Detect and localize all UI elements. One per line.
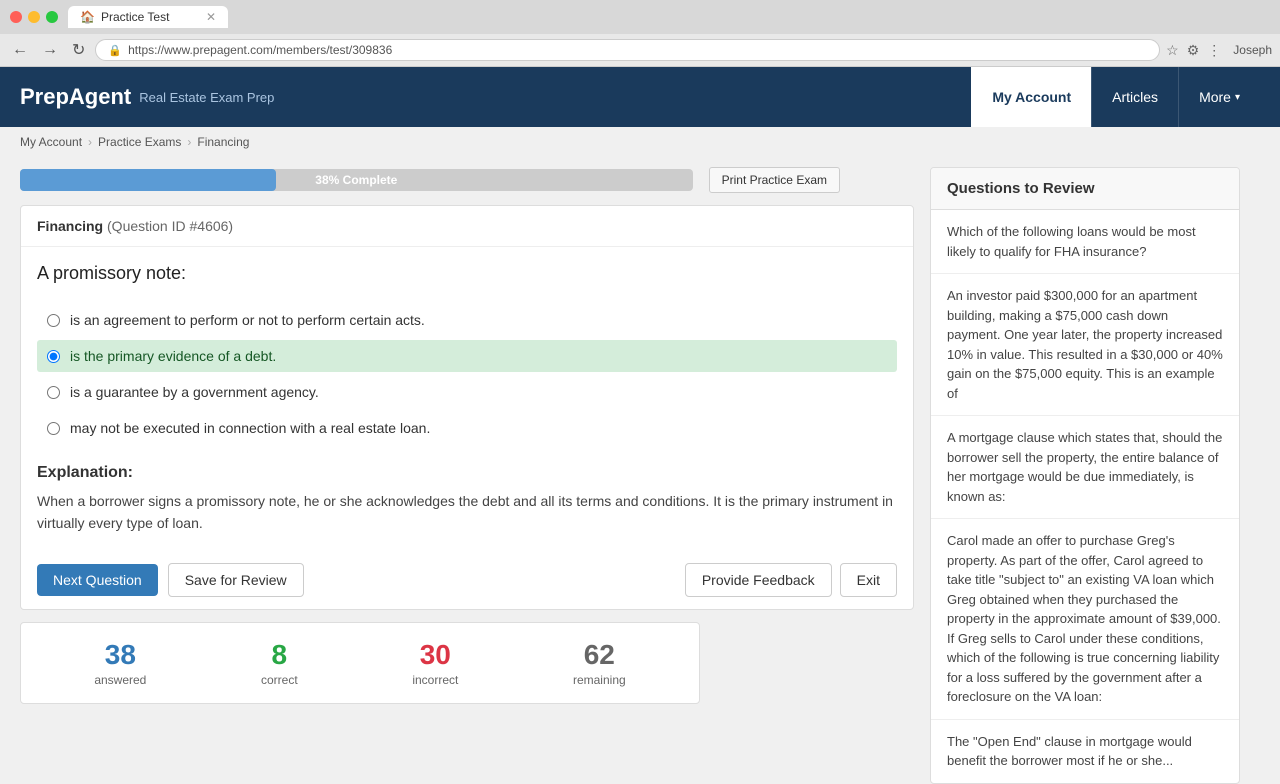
- star-icon[interactable]: ☆: [1166, 42, 1179, 59]
- browser-tab[interactable]: 🏠 Practice Test ✕: [68, 6, 228, 28]
- minimize-window-button[interactable]: [28, 11, 40, 23]
- breadcrumb-sep-1: ›: [88, 135, 92, 149]
- browser-window-controls: [10, 11, 58, 23]
- site-header: PrepAgent Real Estate Exam Prep My Accou…: [0, 67, 1280, 127]
- review-question-3[interactable]: A mortgage clause which states that, sho…: [931, 416, 1239, 519]
- breadcrumb-financing[interactable]: Financing: [197, 135, 249, 149]
- stat-remaining: 62 remaining: [573, 639, 626, 687]
- stat-incorrect-label: incorrect: [412, 673, 458, 687]
- question-header: Financing (Question ID #4606): [21, 206, 913, 247]
- reload-button[interactable]: ↻: [68, 38, 89, 62]
- provide-feedback-button[interactable]: Provide Feedback: [685, 563, 832, 597]
- review-panel-header: Questions to Review: [931, 168, 1239, 210]
- stat-answered-label: answered: [94, 673, 146, 687]
- answer-option-1[interactable]: is an agreement to perform or not to per…: [37, 304, 897, 336]
- stat-correct: 8 correct: [261, 639, 298, 687]
- breadcrumb-sep-2: ›: [187, 135, 191, 149]
- answer-text-4: may not be executed in connection with a…: [70, 420, 430, 436]
- nav-item-my-account[interactable]: My Account: [971, 67, 1091, 127]
- tab-favicon: 🏠: [80, 10, 95, 24]
- secure-icon: 🔒: [108, 44, 122, 57]
- breadcrumb-my-account[interactable]: My Account: [20, 135, 82, 149]
- progress-bar-track: 38% Complete: [20, 169, 693, 191]
- review-question-2[interactable]: An investor paid $300,000 for an apartme…: [931, 274, 1239, 416]
- review-panel: Questions to Review Which of the followi…: [930, 167, 1240, 784]
- save-for-review-button[interactable]: Save for Review: [168, 563, 304, 597]
- close-window-button[interactable]: [10, 11, 22, 23]
- tab-close-button[interactable]: ✕: [206, 10, 216, 24]
- maximize-window-button[interactable]: [46, 11, 58, 23]
- answer-text-2: is the primary evidence of a debt.: [70, 348, 276, 364]
- answer-option-4[interactable]: may not be executed in connection with a…: [37, 412, 897, 444]
- question-id: (Question ID #4606): [107, 218, 233, 234]
- stat-incorrect-value: 30: [412, 639, 458, 671]
- browser-nav-bar: ← → ↻ 🔒 https://www.prepagent.com/member…: [0, 34, 1280, 66]
- nav-item-more[interactable]: More ▾: [1178, 67, 1260, 127]
- print-practice-exam-button[interactable]: Print Practice Exam: [709, 167, 840, 193]
- stat-remaining-label: remaining: [573, 673, 626, 687]
- site-nav: My Account Articles More ▾: [971, 67, 1260, 127]
- stat-answered-value: 38: [94, 639, 146, 671]
- tab-title: Practice Test: [101, 10, 169, 24]
- question-text: A promissory note:: [37, 263, 897, 284]
- back-button[interactable]: ←: [8, 39, 32, 61]
- stat-incorrect: 30 incorrect: [412, 639, 458, 687]
- print-area: Print Practice Exam: [709, 167, 840, 193]
- answer-option-3[interactable]: is a guarantee by a government agency.: [37, 376, 897, 408]
- answer-text-3: is a guarantee by a government agency.: [70, 384, 319, 400]
- menu-icon[interactable]: ⋮: [1207, 42, 1221, 59]
- browser-titlebar: 🏠 Practice Test ✕: [0, 0, 1280, 34]
- next-question-button[interactable]: Next Question: [37, 564, 158, 596]
- site-tagline: Real Estate Exam Prep: [139, 90, 274, 105]
- explanation-section: Explanation: When a borrower signs a pro…: [21, 464, 913, 551]
- stat-correct-label: correct: [261, 673, 298, 687]
- answer-text-1: is an agreement to perform or not to per…: [70, 312, 425, 328]
- breadcrumb-practice-exams[interactable]: Practice Exams: [98, 135, 181, 149]
- browser-nav-icons: ☆ ⚙ ⋮ Joseph: [1166, 42, 1272, 59]
- answer-radio-4[interactable]: [47, 422, 60, 435]
- site-logo[interactable]: PrepAgent: [20, 84, 131, 110]
- nav-item-articles[interactable]: Articles: [1091, 67, 1178, 127]
- progress-label: 38% Complete: [315, 173, 397, 187]
- breadcrumb: My Account › Practice Exams › Financing: [0, 127, 1280, 157]
- stat-remaining-value: 62: [573, 639, 626, 671]
- answer-radio-1[interactable]: [47, 314, 60, 327]
- action-bar: Next Question Save for Review Provide Fe…: [21, 551, 913, 609]
- answer-radio-3[interactable]: [47, 386, 60, 399]
- user-label: Joseph: [1233, 43, 1272, 57]
- extensions-icon[interactable]: ⚙: [1187, 42, 1200, 59]
- review-question-4[interactable]: Carol made an offer to purchase Greg's p…: [931, 519, 1239, 720]
- browser-chrome: 🏠 Practice Test ✕ ← → ↻ 🔒 https://www.pr…: [0, 0, 1280, 67]
- question-category: Financing: [37, 218, 103, 234]
- forward-button[interactable]: →: [38, 39, 62, 61]
- left-column: 38% Complete Print Practice Exam Financi…: [20, 167, 914, 784]
- explanation-title: Explanation:: [37, 464, 897, 482]
- progress-bar-fill: [20, 169, 276, 191]
- more-dropdown-arrow-icon: ▾: [1235, 92, 1240, 103]
- question-body: A promissory note: is an agreement to pe…: [21, 247, 913, 464]
- question-card: Financing (Question ID #4606) A promisso…: [20, 205, 914, 610]
- explanation-text: When a borrower signs a promissory note,…: [37, 490, 897, 535]
- address-text: https://www.prepagent.com/members/test/3…: [128, 43, 392, 57]
- answer-option-2[interactable]: is the primary evidence of a debt.: [37, 340, 897, 372]
- review-question-5[interactable]: The "Open End" clause in mortgage would …: [931, 720, 1239, 783]
- review-question-1[interactable]: Which of the following loans would be mo…: [931, 210, 1239, 274]
- answer-radio-2[interactable]: [47, 350, 60, 363]
- right-action-buttons: Provide Feedback Exit: [685, 563, 897, 597]
- exit-button[interactable]: Exit: [840, 563, 897, 597]
- address-bar[interactable]: 🔒 https://www.prepagent.com/members/test…: [95, 39, 1160, 61]
- stats-card: 38 answered 8 correct 30 incorrect 62 re…: [20, 622, 700, 704]
- stat-correct-value: 8: [261, 639, 298, 671]
- stat-answered: 38 answered: [94, 639, 146, 687]
- main-content: 38% Complete Print Practice Exam Financi…: [0, 157, 1260, 784]
- right-column: Questions to Review Which of the followi…: [930, 167, 1240, 784]
